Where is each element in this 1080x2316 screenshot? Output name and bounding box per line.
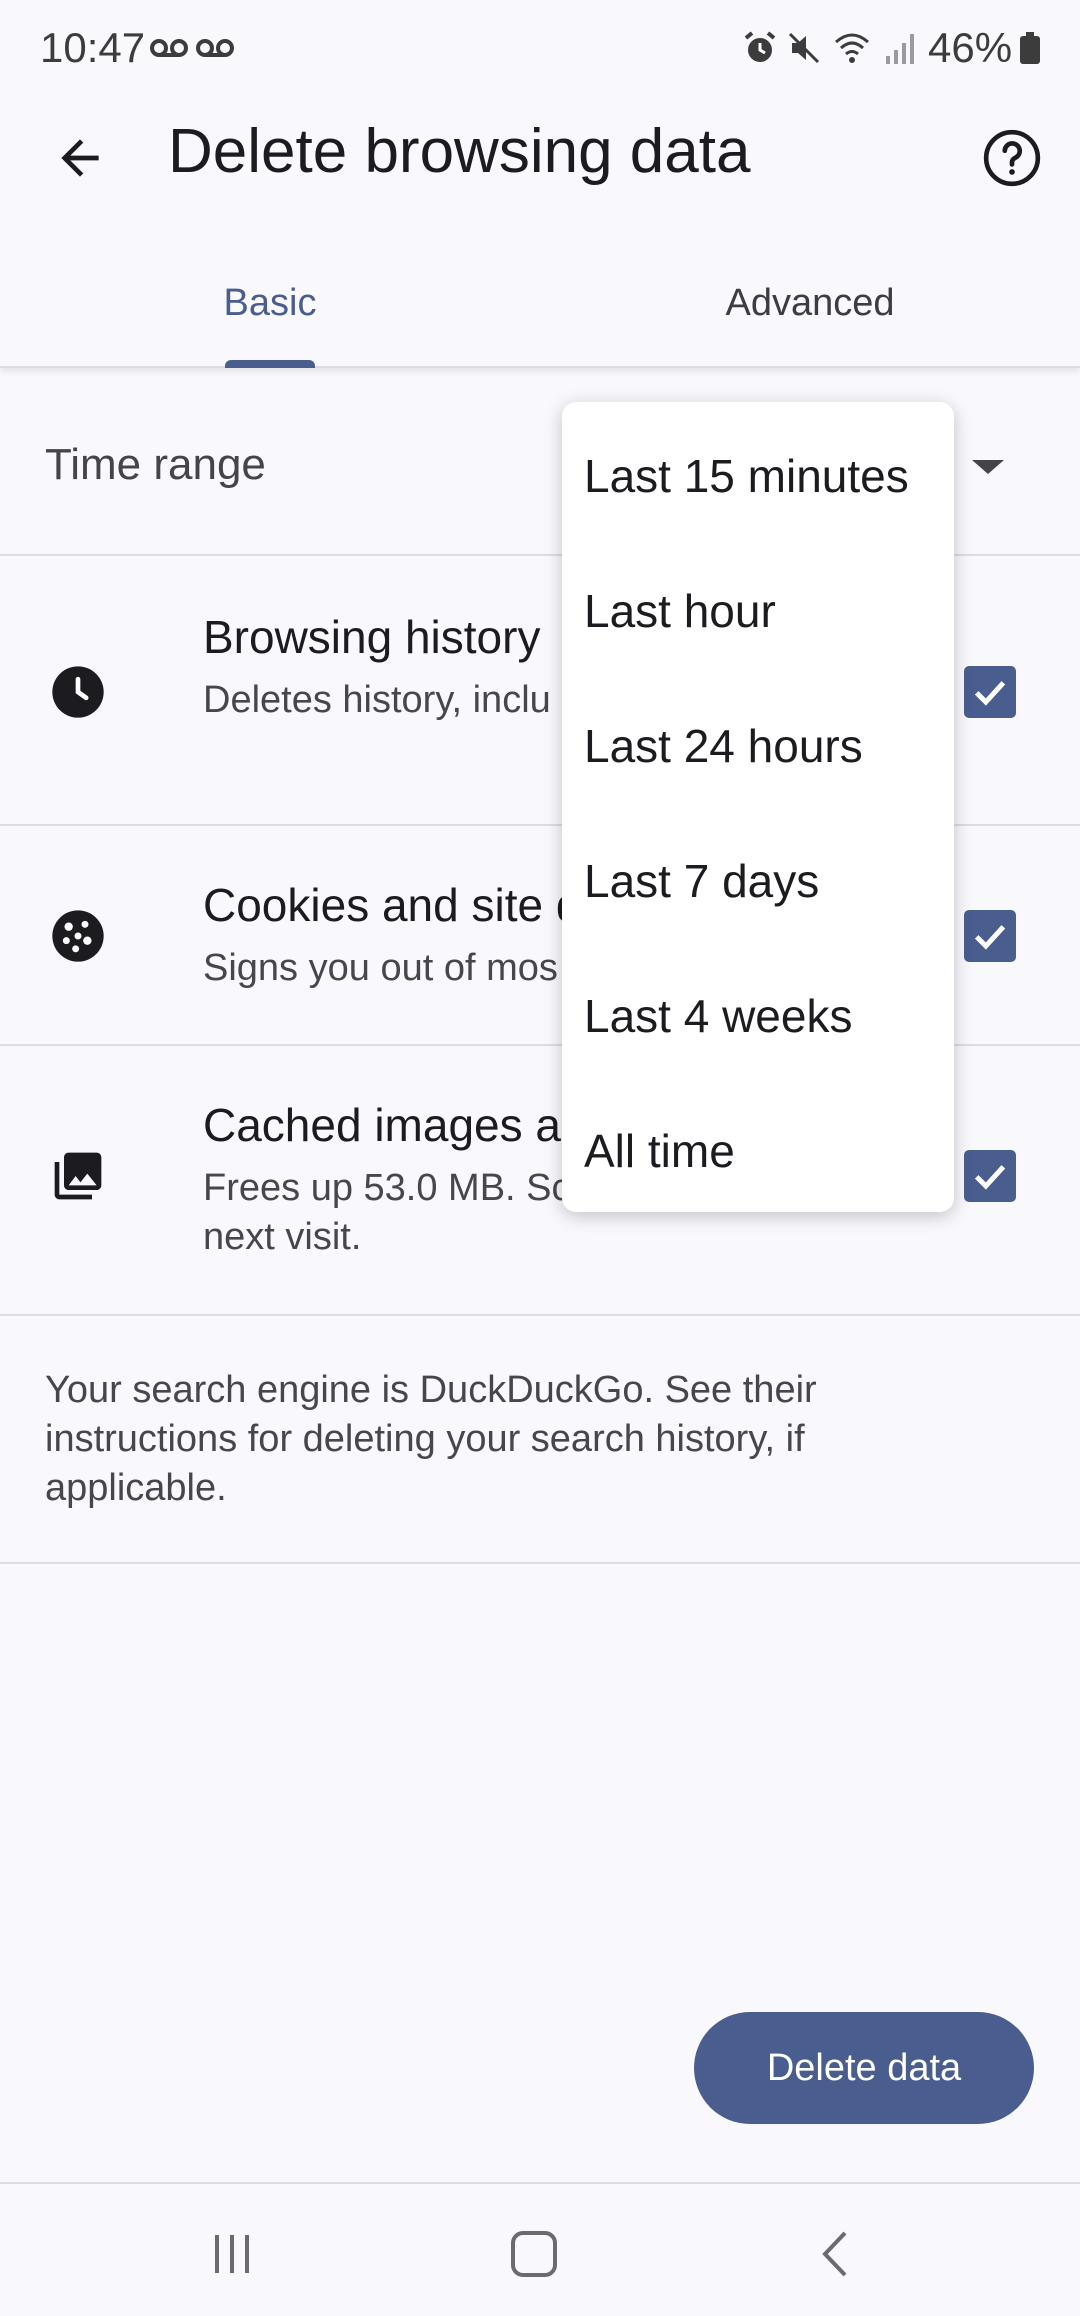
tab-advanced[interactable]: Advanced [540,240,1080,366]
system-back-button[interactable] [776,2204,896,2304]
alarm-icon [744,31,776,62]
cookies-checkbox[interactable] [964,910,1016,962]
voicemail-icon [150,39,188,57]
menu-item-last-4-weeks[interactable]: Last 4 weeks [562,948,954,1083]
dropdown-arrow-icon[interactable] [972,460,1004,474]
check-icon [974,681,1006,706]
system-nav-bar [0,2182,1080,2316]
wifi-icon [835,33,869,63]
clock-icon [52,666,104,718]
battery-icon [1020,32,1040,64]
recent-apps-icon [215,2235,249,2273]
mute-icon [788,32,820,64]
recent-apps-button[interactable] [172,2204,292,2304]
help-button[interactable] [972,118,1052,198]
cookie-icon [52,910,104,962]
menu-item-all-time[interactable]: All time [562,1083,954,1218]
menu-item-last-24-hours[interactable]: Last 24 hours [562,678,954,813]
browsing-history-checkbox[interactable] [964,666,1016,718]
status-time: 10:47 [40,24,146,71]
row-title: Cached images a [203,1099,561,1151]
menu-item-last-7-days[interactable]: Last 7 days [562,813,954,948]
help-icon [983,129,1041,187]
app-bar: Delete browsing data [0,100,1080,210]
search-engine-info-text: Your search engine is DuckDuckGo. See th… [45,1369,817,1509]
time-range-dropdown-menu: Last 15 minutes Last hour Last 24 hours … [562,402,954,1212]
tab-bar: Basic Advanced [0,240,1080,368]
menu-item-last-15-minutes[interactable]: Last 15 minutes [562,408,954,543]
battery-percentage: 46% [928,24,1013,71]
row-title: Cookies and site d [203,879,582,931]
arrow-back-icon [61,139,99,177]
tab-indicator [225,360,315,368]
signal-icon [886,34,914,64]
menu-item-last-hour[interactable]: Last hour [562,543,954,678]
check-icon [974,1165,1006,1190]
delete-data-button[interactable]: Delete data [694,2012,1034,2124]
page-title: Delete browsing data [168,117,751,186]
search-engine-info: Your search engine is DuckDuckGo. See th… [0,1316,1080,1564]
cached-images-checkbox[interactable] [964,1150,1016,1202]
check-icon [974,925,1006,950]
time-range-label: Time range [45,440,266,489]
voicemail-icon [196,39,234,57]
row-title: Browsing history [203,611,541,663]
tab-basic[interactable]: Basic [0,240,540,366]
home-button[interactable] [474,2204,594,2304]
status-bar: 10:47 46% [0,0,1080,100]
home-icon [511,2231,557,2277]
photo-library-icon [54,1152,102,1200]
chevron-left-icon [822,2231,847,2277]
back-button[interactable] [40,118,120,198]
